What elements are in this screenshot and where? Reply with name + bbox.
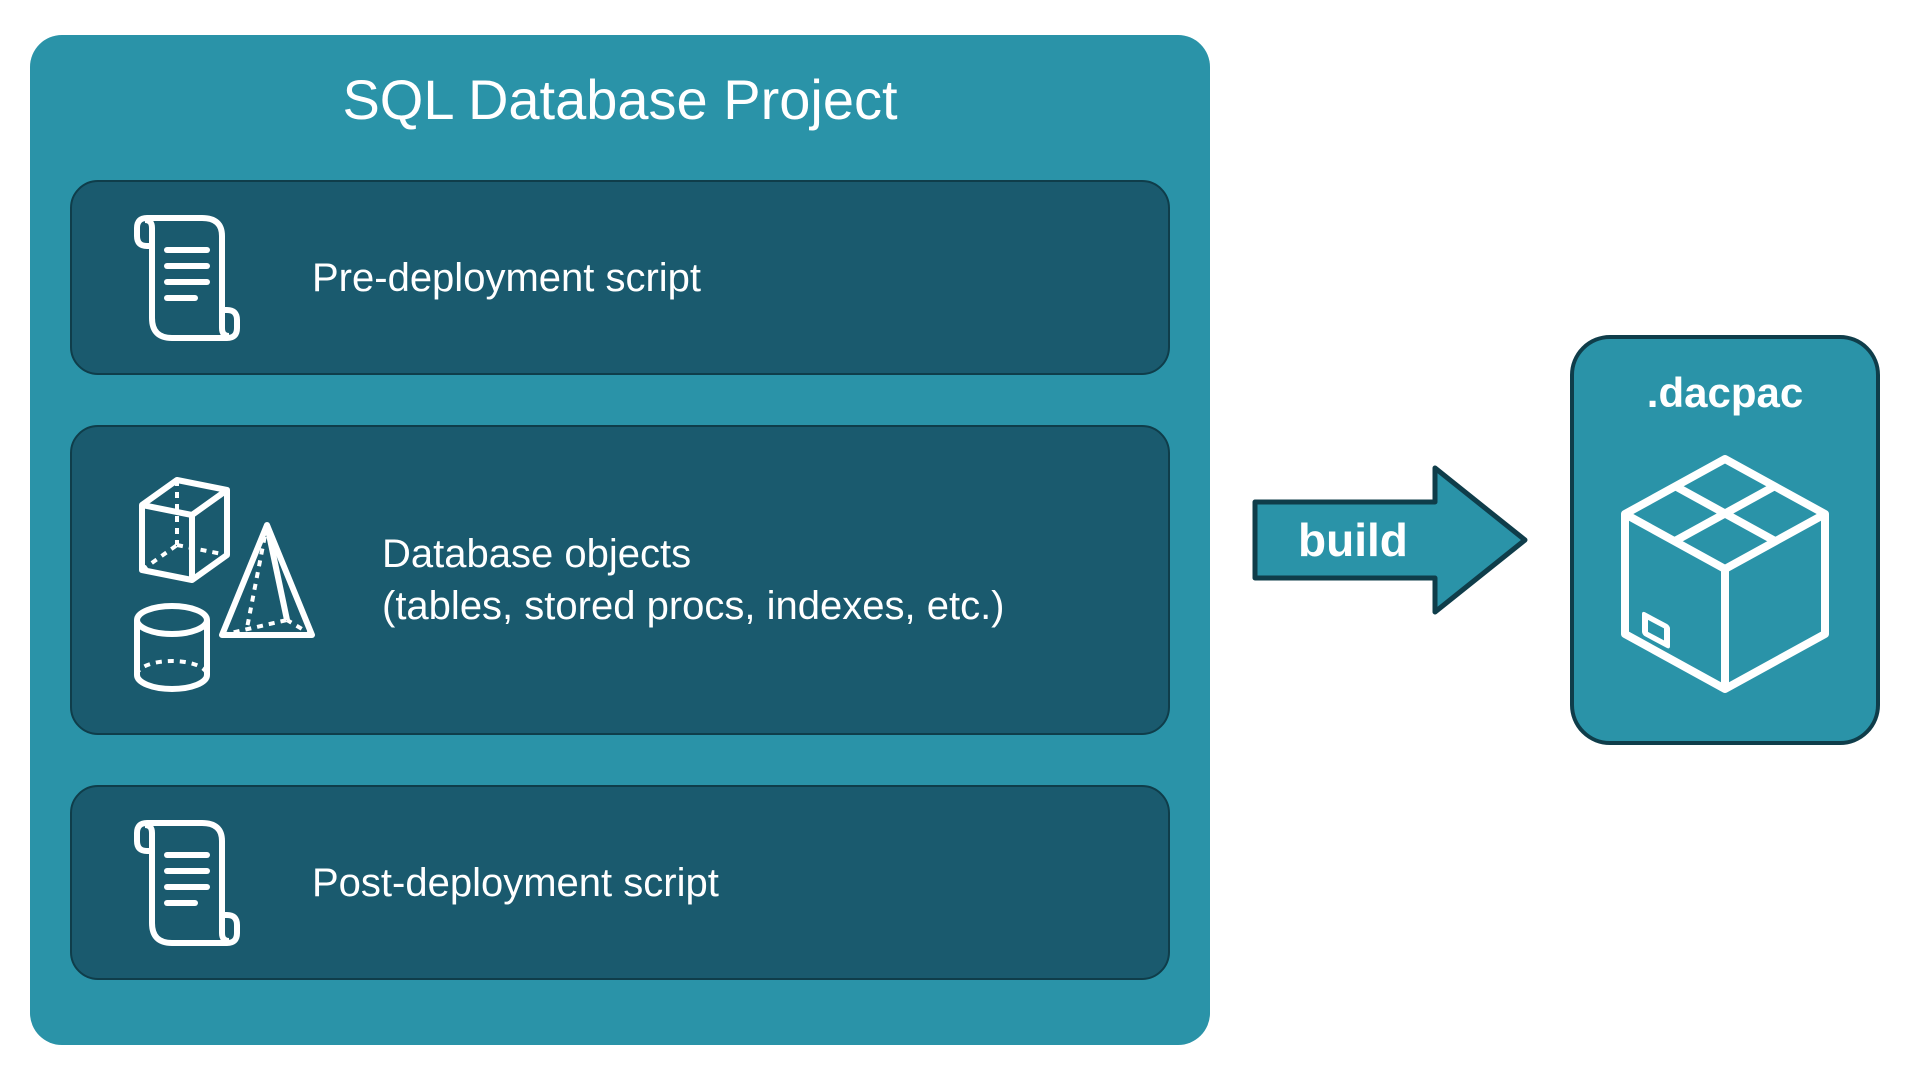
arrow-label: build xyxy=(1298,513,1408,567)
script-icon xyxy=(122,813,252,953)
script-icon xyxy=(122,208,252,348)
database-objects-card: Database objects (tables, stored procs, … xyxy=(70,425,1170,735)
dacpac-output: .dacpac xyxy=(1570,335,1880,745)
post-deployment-label: Post-deployment script xyxy=(312,857,719,909)
dacpac-label: .dacpac xyxy=(1647,369,1803,417)
build-arrow: build xyxy=(1250,460,1530,620)
pre-deployment-card: Pre-deployment script xyxy=(70,180,1170,375)
pre-deployment-label: Pre-deployment script xyxy=(312,252,701,304)
diagram-container: SQL Database Project Pre-deployment scri… xyxy=(30,20,1890,1060)
sql-project-panel: SQL Database Project Pre-deployment scri… xyxy=(30,35,1210,1045)
database-objects-label: Database objects (tables, stored procs, … xyxy=(382,528,1005,632)
post-deployment-card: Post-deployment script xyxy=(70,785,1170,980)
shapes-icon xyxy=(122,460,342,700)
package-icon xyxy=(1605,437,1845,711)
project-title: SQL Database Project xyxy=(70,35,1170,180)
